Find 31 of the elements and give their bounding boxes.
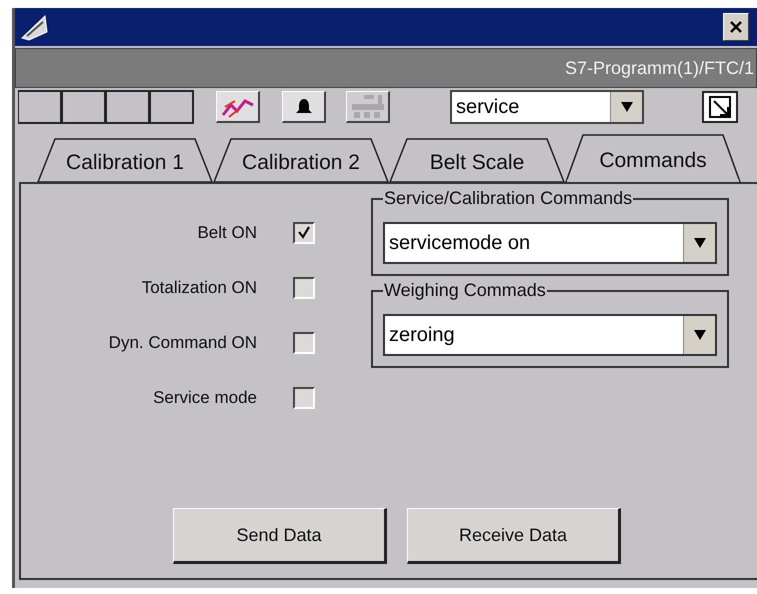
toolbar-button[interactable] bbox=[216, 91, 260, 123]
checkbox[interactable] bbox=[293, 332, 315, 354]
option-label: Totalization ON bbox=[140, 278, 257, 298]
dropdown-arrow-icon bbox=[692, 329, 706, 341]
command-select[interactable]: servicemode on bbox=[383, 222, 717, 264]
app-icon bbox=[19, 12, 49, 42]
option-label: Dyn. Command ON bbox=[108, 333, 257, 353]
option-label: Belt ON bbox=[196, 223, 257, 243]
resize-icon bbox=[708, 95, 732, 119]
tab[interactable]: Belt Scale bbox=[389, 138, 565, 182]
tab[interactable]: Calibration 1 bbox=[37, 138, 213, 182]
checkbox[interactable] bbox=[293, 387, 315, 409]
dropdown-arrow-icon bbox=[620, 101, 634, 113]
toolbar-button[interactable] bbox=[282, 91, 326, 123]
mode-select[interactable]: service bbox=[450, 90, 644, 124]
close-button[interactable] bbox=[723, 13, 749, 41]
window-resize-button[interactable] bbox=[702, 91, 738, 123]
close-icon bbox=[729, 20, 743, 34]
dropdown-arrow-icon bbox=[692, 237, 706, 249]
command-select[interactable]: zeroing bbox=[383, 314, 717, 356]
machine-icon bbox=[350, 94, 386, 120]
check-icon bbox=[297, 226, 311, 240]
tab[interactable]: Commands bbox=[565, 134, 741, 182]
group-title: Weighing Commads bbox=[383, 280, 547, 301]
checkbox[interactable] bbox=[293, 277, 315, 299]
data-button[interactable]: Receive Data bbox=[407, 508, 621, 564]
data-button[interactable]: Send Data bbox=[173, 508, 387, 564]
path-caption: S7-Programm(1)/FTC/1 bbox=[15, 48, 757, 88]
tab[interactable]: Calibration 2 bbox=[213, 138, 389, 182]
option-label: Service mode bbox=[152, 388, 257, 408]
checkbox[interactable] bbox=[293, 222, 315, 244]
